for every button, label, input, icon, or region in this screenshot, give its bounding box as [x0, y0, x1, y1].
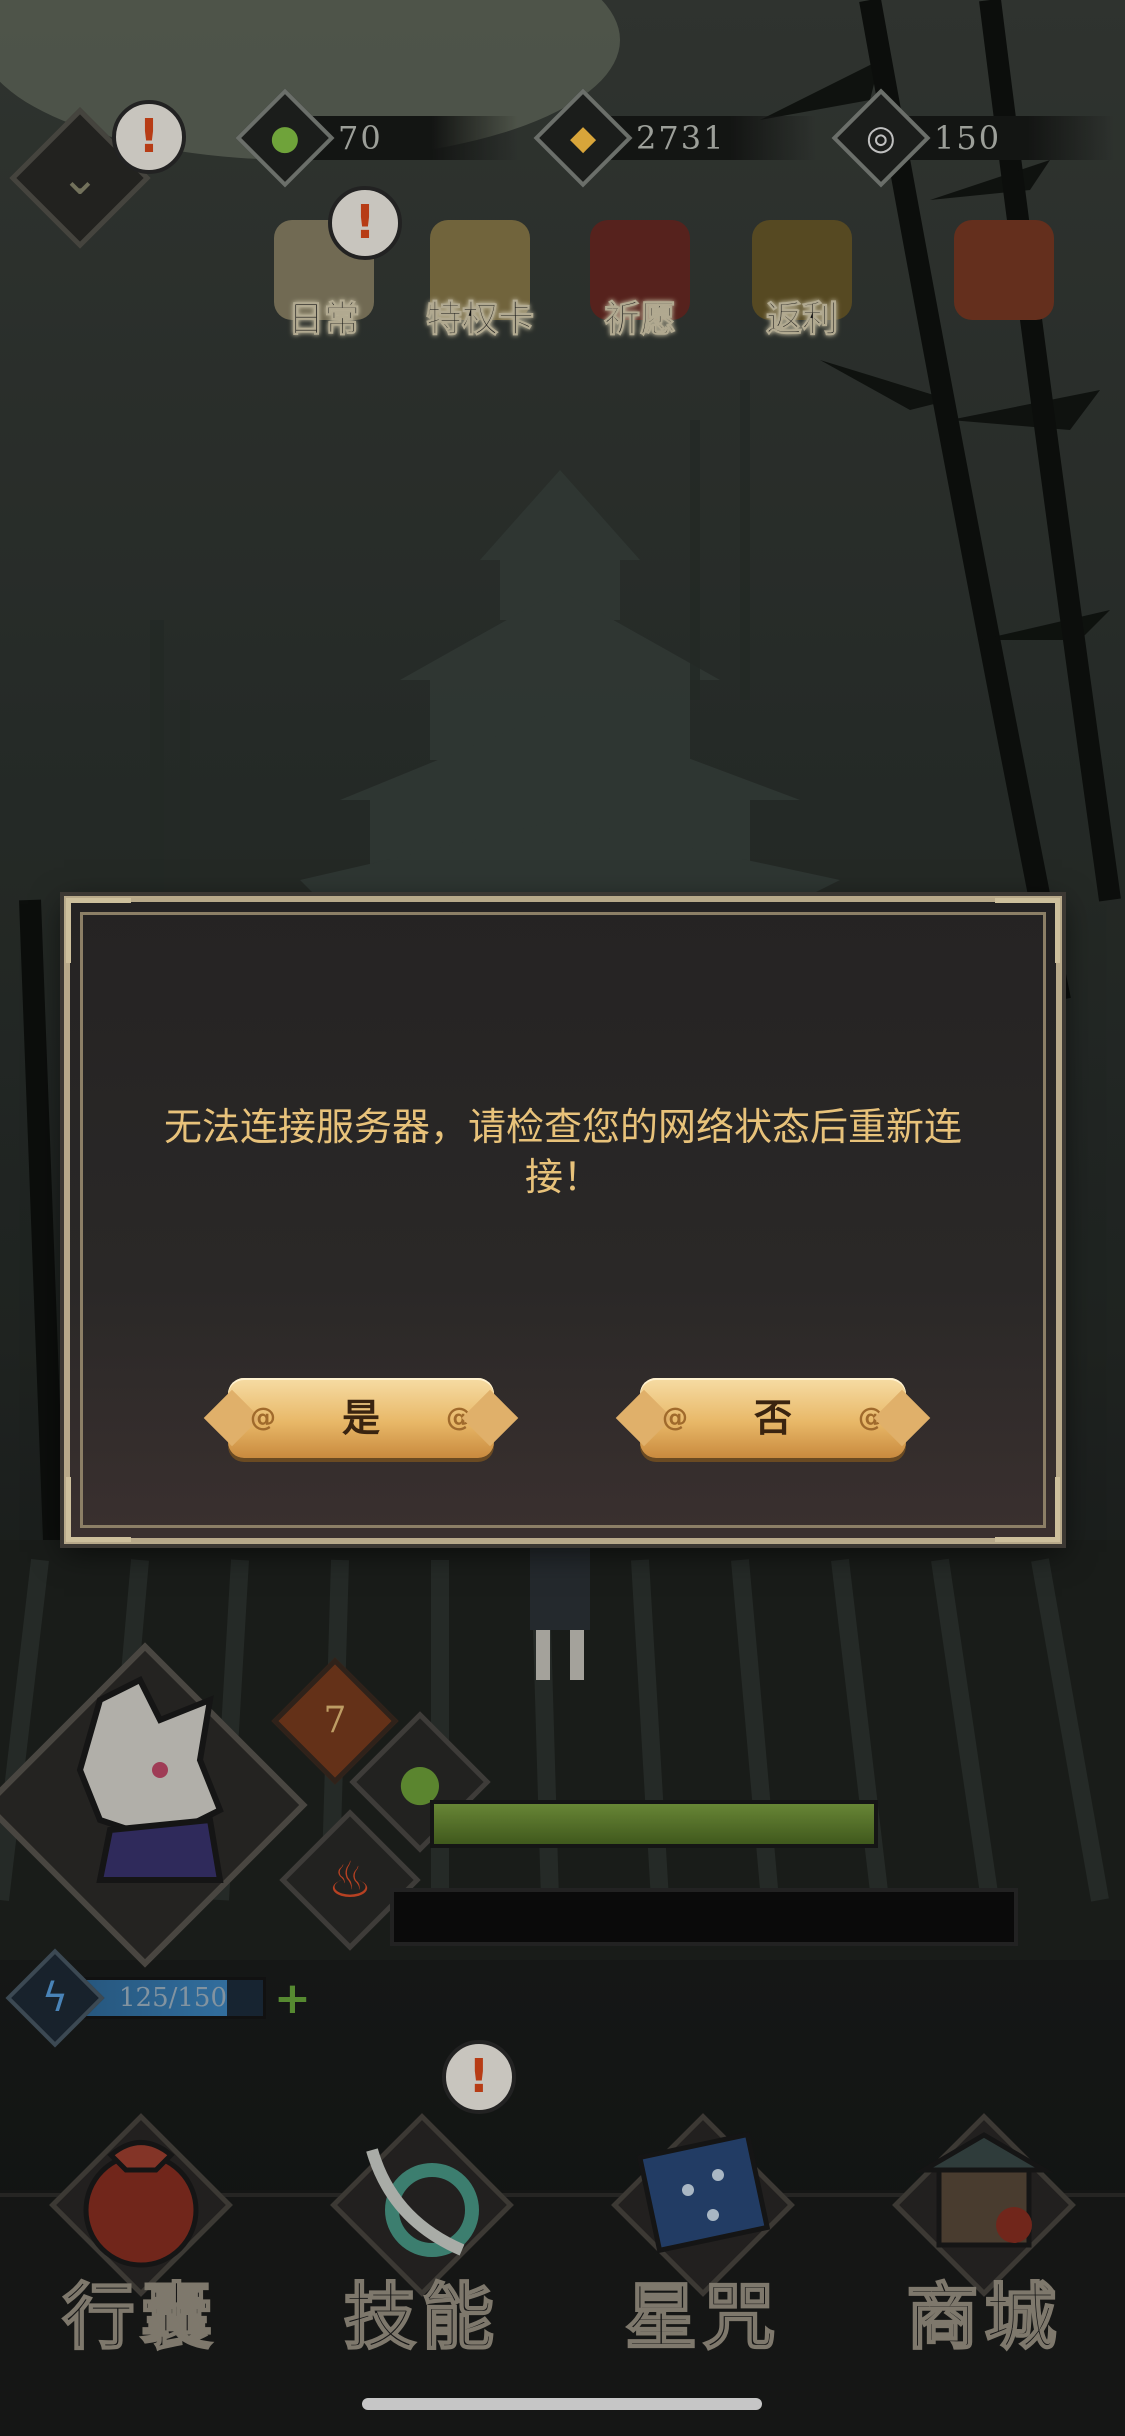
dialog-message: 无法连接服务器，请检查您的网络状态后重新连接！ [163, 1105, 962, 1199]
cancel-button[interactable]: @ 否 @ [640, 1378, 906, 1458]
cloud-swirl-icon: @ [662, 1403, 688, 1433]
silver-token-icon: ◎ [866, 117, 896, 158]
confirm-button[interactable]: @ 是 @ [228, 1378, 494, 1458]
connection-error-dialog: 无法连接服务器，请检查您的网络状态后重新连接！ @ 是 @ @ 否 @ [64, 896, 1062, 1544]
cloud-swirl-icon: @ [250, 1403, 276, 1433]
gold-coin-icon: ◆ [569, 118, 597, 158]
dialog-corner-ornament [66, 1477, 131, 1542]
jade-drop-icon: ● [270, 117, 300, 158]
cloud-swirl-icon: @ [858, 1403, 884, 1433]
cloud-swirl-icon: @ [446, 1403, 472, 1433]
dialog-corner-ornament [66, 898, 131, 963]
dialog-corner-ornament [995, 1477, 1060, 1542]
dialog-corner-ornament [995, 898, 1060, 963]
confirm-label: 是 [341, 1396, 380, 1440]
cancel-label: 否 [753, 1396, 792, 1440]
